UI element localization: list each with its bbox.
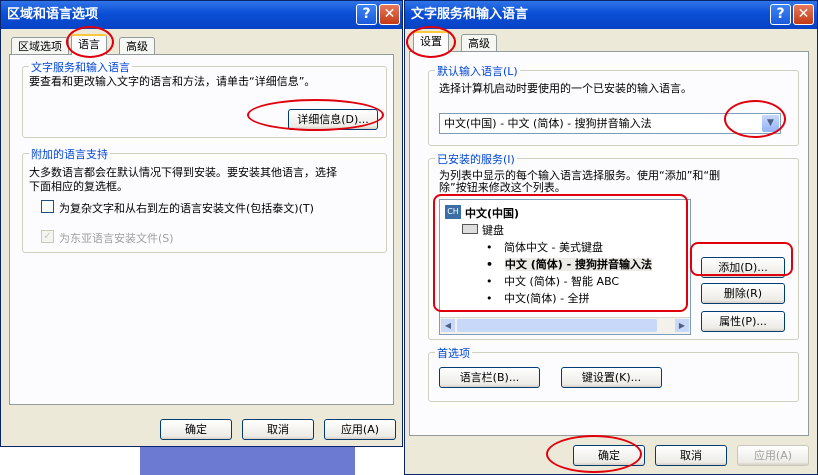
close-button[interactable]: ✕ (379, 4, 400, 25)
tab-languages[interactable]: 语言 (71, 34, 107, 55)
checkbox-label: 为复杂文字和从右到左的语言安装文件(包括泰文)(T) (59, 202, 314, 215)
group-description: 要查看和更改输入文字的语言和方法，请单击“详细信息”。 (29, 75, 316, 88)
complex-script-checkbox[interactable] (41, 200, 54, 213)
preferences-group: 首选项 语言栏(B)... 键设置(K)... (428, 345, 799, 402)
help-button[interactable]: ? (770, 4, 791, 25)
cancel-button[interactable]: 取消 (242, 419, 314, 440)
help-icon: ? (362, 6, 371, 22)
button-label: 应用(A) (340, 423, 380, 436)
default-input-language-group: 默认输入语言(L) 选择计算机启动时要使用的一个已安装的输入语言。 中文(中国)… (428, 63, 799, 146)
tab-settings[interactable]: 设置 (413, 31, 449, 52)
keyboard-icon (462, 224, 478, 234)
button-label: 取消 (680, 449, 702, 462)
add-button[interactable]: 添加(D)... (701, 257, 785, 278)
button-label: 添加(D)... (718, 261, 768, 274)
bullet: • (486, 258, 494, 271)
tab-label: 语言 (78, 38, 100, 51)
checkbox-label: 为东亚语言安装文件(S) (59, 232, 174, 245)
tree-category-label: 键盘 (482, 224, 504, 237)
window-title: 文字服务和输入语言 (411, 7, 529, 22)
help-button[interactable]: ? (356, 4, 377, 25)
bullet: • (486, 275, 493, 288)
close-button[interactable]: ✕ (793, 4, 814, 25)
tab-advanced[interactable]: 高级 (461, 34, 497, 52)
tab-label: 高级 (468, 37, 490, 50)
close-icon: ✕ (383, 6, 396, 22)
chevron-down-icon[interactable]: ▼ (762, 115, 779, 132)
tree-item-selected[interactable]: • 中文 (简体) - 搜狗拼音输入法 (486, 256, 652, 272)
combo-value: 中文(中国) - 中文 (简体) - 搜狗拼音输入法 (444, 117, 652, 130)
installed-services-tree[interactable]: CH 中文(中国) 键盘 • 简体中文 - 美式键盘 • 中文 (简体) - 搜… (439, 199, 691, 335)
window-title: 区域和语言选项 (7, 7, 99, 22)
tree-item[interactable]: • 简体中文 - 美式键盘 (486, 239, 603, 255)
group-description: 选择计算机启动时要使用的一个已安装的输入语言。 (439, 82, 692, 95)
ok-button[interactable]: 确定 (573, 445, 645, 466)
group-legend: 已安装的服务(I) (435, 151, 517, 167)
tree-item[interactable]: • 中文 (简体) - 智能 ABC (486, 273, 619, 289)
tab-regional-options[interactable]: 区域选项 (11, 37, 69, 55)
languages-tab-pane: 文字服务和输入语言 要查看和更改输入文字的语言和方法，请单击“详细信息”。 详细… (9, 54, 394, 405)
tree-item[interactable]: • 中文(简体) - 全拼 (486, 290, 590, 306)
tree-language-label: 中文(中国) (465, 207, 520, 220)
group-description: 除”按钮来修改这个列表。 (439, 181, 566, 194)
tree-item-label: 中文 (简体) - 搜狗拼音输入法 (504, 258, 652, 271)
button-label: 确定 (185, 423, 207, 436)
scroll-thumb[interactable] (457, 319, 657, 332)
button-label: 属性(P)... (719, 315, 767, 328)
tab-label: 设置 (420, 35, 442, 48)
button-label: 删除(R) (723, 287, 763, 300)
horizontal-scrollbar[interactable]: ◀ ▶ (440, 317, 690, 334)
button-label: 键设置(K)... (581, 371, 642, 384)
close-icon: ✕ (797, 6, 810, 22)
remove-button[interactable]: 删除(R) (701, 283, 785, 304)
east-asian-checkbox[interactable]: ✓ (41, 230, 54, 243)
bullet: • (486, 292, 493, 305)
button-label: 确定 (598, 449, 620, 462)
details-button[interactable]: 详细信息(D)... (288, 109, 378, 130)
regional-options-window: 区域和语言选项 ? ✕ 区域选项 语言 高级 文字服务和输入语言 要查看和更改输… (0, 0, 403, 447)
group-legend: 首选项 (435, 345, 472, 361)
installed-services-group: 已安装的服务(I) 为列表中显示的每个输入语言选择服务。使用“添加”和“删 除”… (428, 151, 799, 340)
help-icon: ? (776, 6, 785, 22)
button-label: 语言栏(B)... (459, 371, 520, 384)
group-legend: 附加的语言支持 (29, 146, 110, 162)
default-language-combobox[interactable]: 中文(中国) - 中文 (简体) - 搜狗拼音输入法 ▼ (439, 113, 781, 134)
tree-item-label: 简体中文 - 美式键盘 (504, 241, 603, 254)
text-services-group: 文字服务和输入语言 要查看和更改输入文字的语言和方法，请单击“详细信息”。 详细… (22, 59, 387, 138)
text-services-window: 文字服务和输入语言 ? ✕ 设置 高级 默认输入语言(L) 选择计算机启动时要使… (404, 0, 818, 475)
settings-tab-pane: 默认输入语言(L) 选择计算机启动时要使用的一个已安装的输入语言。 中文(中国)… (409, 51, 809, 436)
scroll-right-icon[interactable]: ▶ (675, 319, 689, 332)
button-label: 取消 (267, 423, 289, 436)
properties-button[interactable]: 属性(P)... (701, 311, 785, 332)
supplemental-language-group: 附加的语言支持 大多数语言都会在默认情况下得到安装。要安装其他语言，选择 下面相… (22, 146, 387, 253)
tree-item-label: 中文(简体) - 全拼 (504, 292, 590, 305)
language-badge-icon: CH (445, 205, 461, 219)
background-taskbar-fragment (140, 447, 355, 475)
tab-label: 区域选项 (18, 40, 62, 53)
scroll-left-icon[interactable]: ◀ (441, 319, 455, 332)
button-label: 应用(A) (753, 449, 793, 462)
bullet: • (486, 241, 493, 254)
ok-button[interactable]: 确定 (160, 419, 232, 440)
group-description: 下面相应的复选框。 (29, 180, 128, 193)
group-legend: 默认输入语言(L) (435, 63, 520, 79)
button-label: 详细信息(D)... (297, 113, 369, 126)
key-settings-button[interactable]: 键设置(K)... (561, 367, 662, 388)
title-bar[interactable]: 区域和语言选项 (1, 1, 402, 29)
language-bar-button[interactable]: 语言栏(B)... (439, 367, 540, 388)
tab-advanced[interactable]: 高级 (119, 37, 155, 55)
tab-label: 高级 (126, 40, 148, 53)
title-bar[interactable]: 文字服务和输入语言 (405, 1, 817, 29)
tree-item-label: 中文 (简体) - 智能 ABC (504, 275, 620, 288)
cancel-button[interactable]: 取消 (655, 445, 727, 466)
apply-button[interactable]: 应用(A) (324, 419, 396, 440)
apply-button[interactable]: 应用(A) (737, 445, 809, 466)
